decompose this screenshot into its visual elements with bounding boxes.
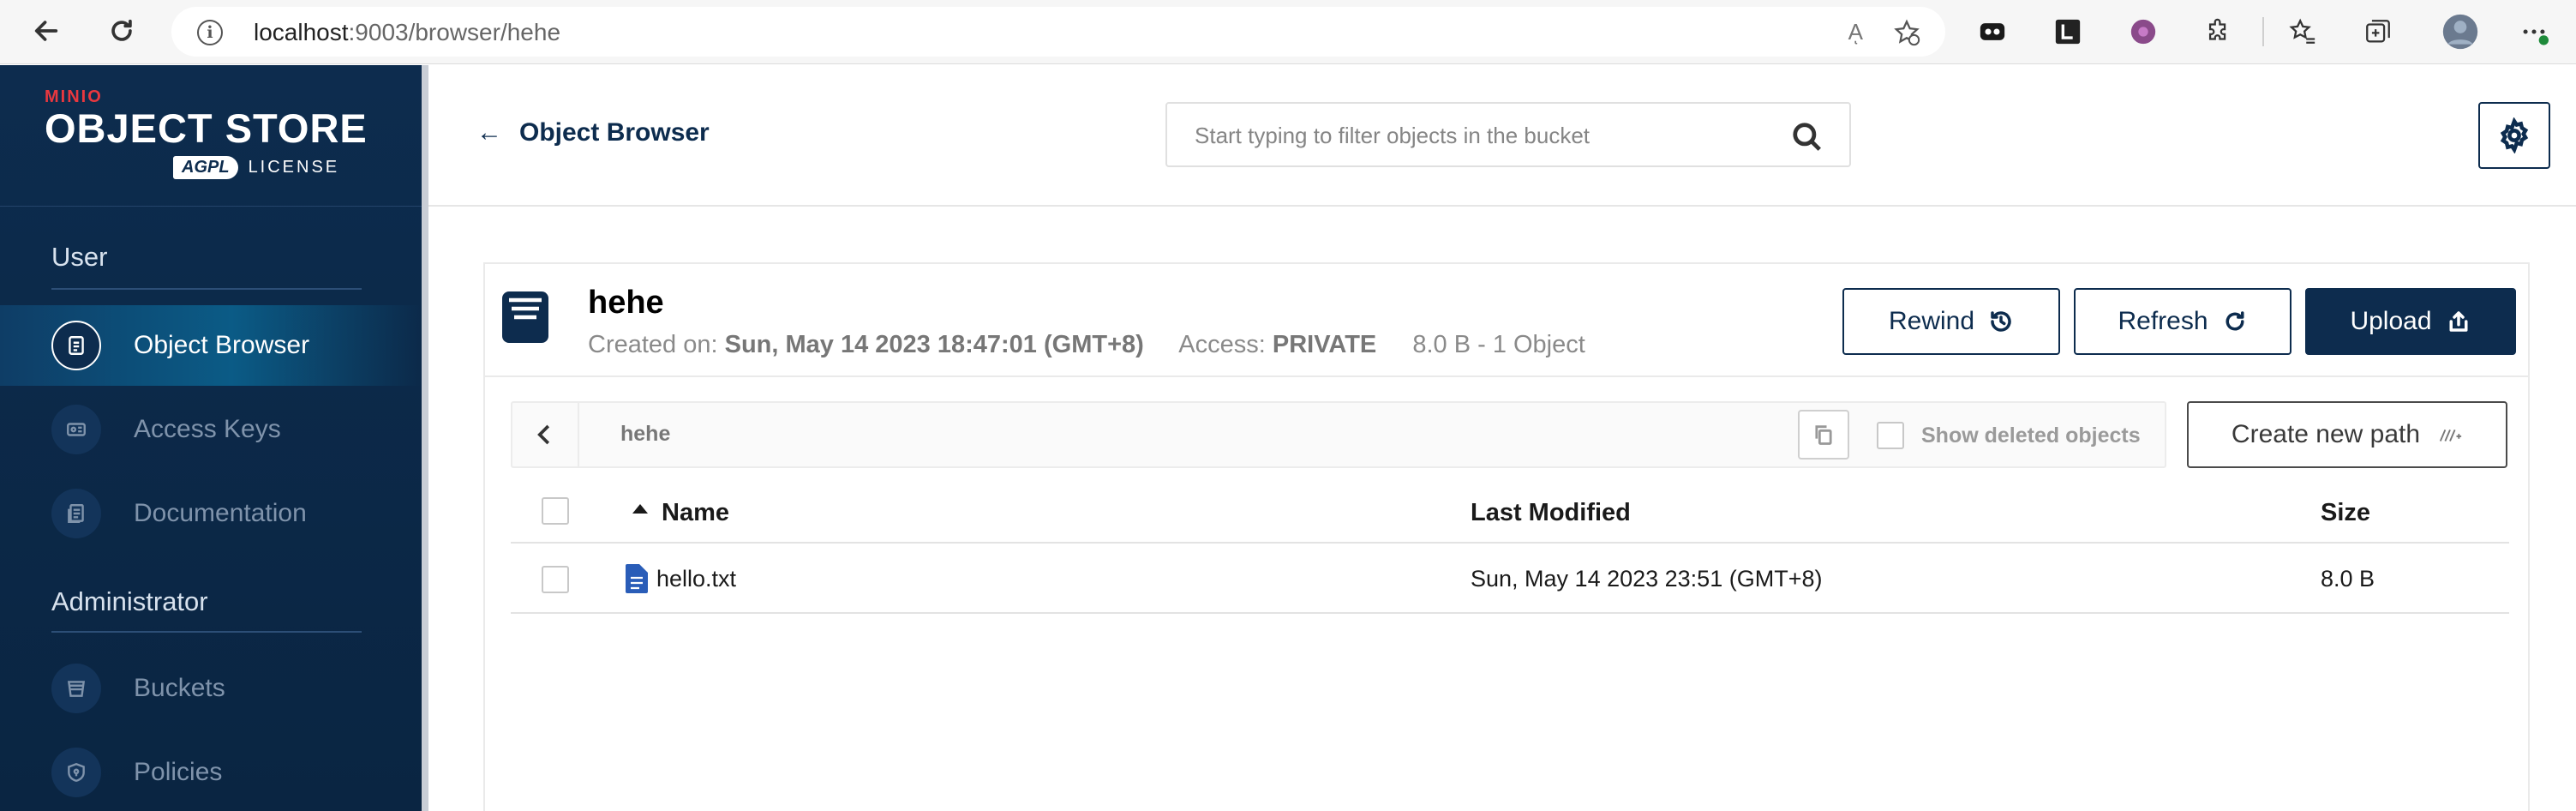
- sidebar-item-label: Object Browser: [134, 331, 310, 359]
- bucket-name: hehe: [588, 285, 664, 321]
- bucket-header: hehe Created on: Sun, May 14 2023 18:47:…: [485, 264, 2528, 377]
- minio-logo[interactable]: MINIO OBJECT STORE AGPL LICENSE: [45, 87, 368, 179]
- extension-icon[interactable]: [1976, 15, 2009, 48]
- logo-brand: MINIO: [45, 87, 103, 106]
- access-value: PRIVATE: [1272, 331, 1377, 358]
- site-info-icon[interactable]: i: [197, 20, 223, 45]
- file-icon: [626, 564, 648, 593]
- size-summary: 8.0 B - 1 Object: [1412, 331, 1585, 358]
- bucket-icon: [502, 291, 548, 343]
- select-all-checkbox[interactable]: [542, 497, 569, 525]
- row-checkbox[interactable]: [542, 566, 569, 593]
- page-header: ← Object Browser Start typing to filter …: [428, 65, 2576, 207]
- sidebar-item-buckets[interactable]: Buckets: [0, 648, 422, 729]
- profile-avatar-icon[interactable]: [2441, 12, 2480, 51]
- sidebar-item-access-keys[interactable]: Access Keys: [0, 389, 422, 470]
- bucket-icon: [51, 664, 101, 713]
- logo-product: OBJECT STORE: [45, 105, 368, 151]
- sidebar-item-documentation[interactable]: Documentation: [0, 473, 422, 554]
- file-size: 8.0 B: [2321, 566, 2375, 592]
- sidebar-item-label: Access Keys: [134, 415, 281, 443]
- refresh-button[interactable]: Refresh: [2074, 288, 2291, 355]
- extensions-puzzle-icon[interactable]: [2202, 15, 2235, 48]
- back-arrow-icon[interactable]: [26, 10, 67, 51]
- sidebar-item-policies[interactable]: Policies: [0, 732, 422, 811]
- upload-button[interactable]: Upload: [2305, 288, 2516, 355]
- access-label: Access:: [1178, 331, 1266, 358]
- address-bar[interactable]: i localhost:9003/browser/hehe Aͅ: [171, 7, 1945, 57]
- sidebar-item-label: Documentation: [134, 499, 307, 527]
- copy-path-button[interactable]: [1798, 410, 1849, 460]
- sort-asc-icon[interactable]: [632, 504, 648, 514]
- column-size[interactable]: Size: [2321, 499, 2370, 527]
- created-value: Sun, May 14 2023 18:47:01 (GMT+8): [724, 331, 1144, 358]
- button-label: Refresh: [2118, 307, 2208, 335]
- sidebar-item-label: Policies: [134, 758, 223, 786]
- logo-license: AGPL LICENSE: [173, 156, 339, 179]
- show-deleted-toggle[interactable]: Show deleted objects: [1877, 422, 2141, 449]
- bucket-panel: hehe Created on: Sun, May 14 2023 18:47:…: [483, 262, 2530, 811]
- sidebar-item-object-browser[interactable]: Object Browser: [0, 305, 422, 386]
- upload-icon: [2449, 311, 2468, 332]
- browser-toolbar: i localhost:9003/browser/hehe Aͅ: [0, 0, 2576, 64]
- key-card-icon: [51, 405, 101, 454]
- table-header: Name Last Modified Size: [511, 478, 2509, 544]
- refresh-icon: [2226, 311, 2244, 331]
- bucket-meta: Created on: Sun, May 14 2023 18:47:01 (G…: [588, 331, 1585, 359]
- create-new-path-button[interactable]: Create new path: [2187, 401, 2507, 468]
- extension-icon[interactable]: [2127, 15, 2160, 48]
- sidebar-section-administrator: Administrator: [51, 586, 208, 616]
- file-name[interactable]: hello.txt: [656, 566, 736, 592]
- breadcrumb-path[interactable]: hehe: [620, 422, 670, 447]
- gear-icon: [2500, 117, 2529, 153]
- add-favorite-icon[interactable]: [1892, 18, 1921, 47]
- back-to-object-browser[interactable]: ← Object Browser: [476, 118, 710, 147]
- read-aloud-icon[interactable]: Aͅ: [1848, 19, 1863, 45]
- search-input[interactable]: Start typing to filter objects in the bu…: [1165, 102, 1851, 167]
- shield-icon: [51, 748, 101, 797]
- folder-icon: [51, 321, 101, 370]
- favorites-icon[interactable]: [2286, 15, 2319, 48]
- page-title: Object Browser: [519, 118, 710, 147]
- search-placeholder: Start typing to filter objects in the bu…: [1195, 123, 1591, 148]
- section-divider: [51, 288, 362, 290]
- created-label: Created on:: [588, 331, 718, 358]
- show-deleted-label: Show deleted objects: [1921, 423, 2141, 448]
- back-arrow-icon: ←: [476, 118, 502, 147]
- table-row[interactable]: hello.txt Sun, May 14 2023 23:51 (GMT+8)…: [511, 545, 2509, 614]
- sidebar-section-user: User: [51, 242, 108, 272]
- button-label: Create new path: [2231, 420, 2421, 448]
- button-label: Upload: [2350, 307, 2432, 335]
- sidebar-item-label: Buckets: [134, 674, 225, 702]
- breadcrumb: hehe Show deleted objects: [511, 401, 2166, 468]
- sidebar-divider: [0, 206, 422, 207]
- column-name[interactable]: Name: [662, 499, 729, 527]
- search-icon[interactable]: [1791, 121, 1824, 153]
- docs-icon: [51, 489, 101, 538]
- extension-icon[interactable]: [2052, 15, 2084, 48]
- button-label: Rewind: [1888, 307, 1975, 335]
- sidebar: MINIO OBJECT STORE AGPL LICENSE User Obj…: [0, 65, 428, 811]
- rewind-button[interactable]: Rewind: [1842, 288, 2060, 355]
- collections-icon[interactable]: [2362, 15, 2394, 48]
- history-icon: [1991, 311, 2011, 332]
- reload-icon[interactable]: [101, 10, 142, 51]
- show-deleted-checkbox[interactable]: [1877, 422, 1904, 449]
- chevron-left-icon: [537, 424, 550, 445]
- path-back-button[interactable]: [512, 403, 579, 466]
- url-text[interactable]: localhost:9003/browser/hehe: [254, 19, 560, 46]
- settings-button[interactable]: [2478, 102, 2550, 169]
- column-last-modified[interactable]: Last Modified: [1471, 499, 1631, 527]
- section-divider: [51, 631, 362, 633]
- new-path-icon: [2439, 430, 2462, 442]
- license-text: LICENSE: [248, 158, 340, 177]
- more-menu-icon[interactable]: [2518, 15, 2550, 48]
- file-last-modified: Sun, May 14 2023 23:51 (GMT+8): [1471, 566, 1823, 592]
- copy-icon: [1815, 425, 1832, 445]
- agpl-badge: AGPL: [173, 156, 238, 179]
